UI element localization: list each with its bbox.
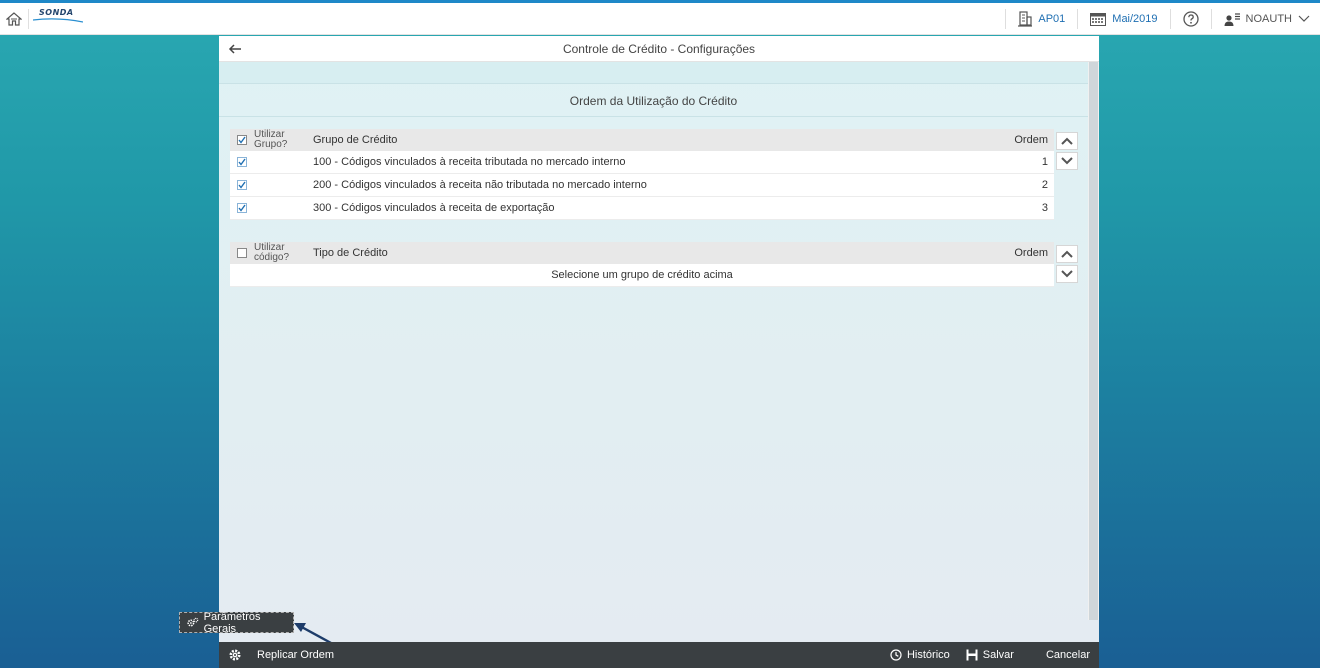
chevron-down-icon [1061,157,1073,165]
checkbox-check-icon [238,158,246,166]
page-title: Controle de Crédito - Configurações [562,41,756,56]
sonda-logo: SONDA [33,8,83,23]
section-title: Ordem da Utilização do Crédito [219,85,1088,117]
row-name: 300 - Códigos vinculados à receita de ex… [313,202,555,214]
column-order: Ordem [1014,247,1048,259]
column-credit-group: Grupo de Crédito [313,134,398,146]
column-order: Ordem [1014,134,1048,146]
help-icon [1182,10,1199,27]
move-up-button[interactable] [1056,245,1078,263]
checkbox-check-icon [238,204,246,212]
chevron-down-icon [1061,270,1073,278]
building-icon [1018,10,1033,27]
move-down-button[interactable] [1056,152,1078,170]
help-button[interactable] [1171,3,1211,35]
row-order: 2 [1041,179,1048,191]
column-credit-type: Tipo de Crédito [313,247,388,259]
empty-message: Selecione um grupo de crédito acima [230,264,1054,287]
history-icon [890,649,902,661]
calendar-icon [1090,12,1107,26]
home-button[interactable] [0,3,28,35]
table-row[interactable]: 100 - Códigos vinculados à receita tribu… [230,151,1054,174]
row-checkbox[interactable] [237,203,247,213]
divider [28,8,29,29]
move-down-button[interactable] [1056,265,1078,283]
chevron-up-icon [1061,137,1073,145]
logo-swoosh-icon [33,18,83,23]
row-order: 3 [1041,202,1048,214]
row-checkbox[interactable] [237,157,247,167]
user-menu[interactable]: NOAUTH [1212,3,1320,35]
column-use-code: Utilizar código? [254,242,290,263]
checkbox-check-icon [238,181,246,189]
table-row[interactable]: 200 - Códigos vinculados à receita não t… [230,174,1054,197]
table-header: Utilizar Grupo? Grupo de Crédito Ordem [230,129,1054,151]
row-name: 200 - Códigos vinculados à receita não t… [313,179,647,191]
column-use-group: Utilizar Grupo? [254,129,288,150]
save-button[interactable]: Salvar [958,649,1022,661]
scrollbar[interactable] [1088,62,1099,620]
company-selector[interactable]: AP01 [1006,3,1077,35]
save-icon [966,649,978,661]
replicate-order-button[interactable]: Replicar Ordem [257,649,334,661]
section-strip [219,62,1088,84]
user-name: NOAUTH [1245,12,1292,25]
history-button[interactable]: Histórico [882,649,958,661]
panel-header: Controle de Crédito - Configurações [219,36,1099,62]
back-arrow-icon[interactable] [227,41,243,57]
period-selector[interactable]: Mai/2019 [1078,3,1169,35]
chevron-down-icon [1298,15,1310,22]
home-icon [6,11,22,26]
chevron-up-icon [1061,250,1073,258]
company-code: AP01 [1038,12,1066,25]
top-bar: SONDA AP01 Mai/2019 NOAUTH [0,3,1320,35]
table-header: Utilizar código? Tipo de Crédito Ordem [230,242,1054,264]
move-up-button[interactable] [1056,132,1078,150]
select-all-codes-checkbox[interactable] [237,248,247,258]
user-icon [1224,12,1240,26]
select-all-groups-checkbox[interactable] [237,135,247,145]
period-value: Mai/2019 [1112,12,1158,25]
credit-group-table: Utilizar Grupo? Grupo de Crédito Ordem 1… [230,129,1054,220]
row-checkbox[interactable] [237,180,247,190]
general-parameters-tooltip[interactable]: Parâmetros Gerais [179,610,294,635]
gears-icon [187,617,199,627]
tooltip-label: Parâmetros Gerais [203,610,261,635]
gear-icon[interactable] [229,649,241,661]
row-name: 100 - Códigos vinculados à receita tribu… [313,156,626,168]
config-panel: Controle de Crédito - Configurações Orde… [219,36,1099,642]
row-order: 1 [1041,156,1048,168]
credit-type-table: Utilizar código? Tipo de Crédito Ordem S… [230,242,1054,287]
checkbox-check-icon [238,136,246,144]
scrollbar-thumb[interactable] [1089,62,1098,620]
cancel-button[interactable]: Cancelar [1022,649,1099,661]
table-row[interactable]: 300 - Códigos vinculados à receita de ex… [230,197,1054,220]
bottom-toolbar: Replicar Ordem Histórico Salvar Cancelar [219,642,1099,668]
